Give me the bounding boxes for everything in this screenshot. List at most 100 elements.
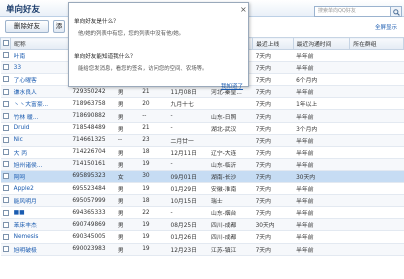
- cell-nick[interactable]: 谦水良人: [10, 85, 70, 99]
- cell-nick[interactable]: Apple2: [10, 182, 70, 196]
- fullscreen-link[interactable]: 全屏显示: [375, 23, 397, 31]
- table-row[interactable]: 丶丶大富豪... 718963758 男 20 九月十七 7天内 1年以上: [0, 97, 404, 111]
- table-row[interactable]: Nic 714661325 -- 23 二月廿一 7天内 半年前: [0, 134, 404, 147]
- cell-age: 19: [139, 243, 168, 256]
- row-checkbox[interactable]: [0, 158, 11, 171]
- delete-friend-button[interactable]: 删除好友: [5, 20, 49, 33]
- cell-nick[interactable]: 阿呵: [10, 170, 70, 184]
- col-last-online[interactable]: 最近上线: [252, 37, 294, 50]
- cell-birthday: 11月08日: [167, 85, 209, 99]
- table-row[interactable]: ■■ 694365333 男 22- 山东-烟台 7天内 半年前: [0, 206, 404, 220]
- close-icon[interactable]: ×: [240, 6, 247, 14]
- row-checkbox[interactable]: [0, 182, 11, 196]
- cell-nick[interactable]: 旭州诸侯...: [10, 158, 70, 171]
- row-checkbox[interactable]: [0, 146, 11, 159]
- cell-nick[interactable]: 叶南: [10, 49, 70, 63]
- table-row[interactable]: 阿呵 695895323 女 30 09月01日 湖南-长沙 7天内 30天内: [0, 170, 404, 184]
- col-group[interactable]: 所在群组: [349, 37, 404, 50]
- cell-last-online: 7天内: [252, 61, 294, 75]
- cell-birthday: -: [167, 206, 209, 220]
- col-nickname[interactable]: 昵称: [10, 37, 70, 50]
- cell-sex: 男: [114, 243, 140, 256]
- cell-location: 安徽-淮南: [208, 182, 253, 196]
- col-last-contact[interactable]: 最近沟通时间: [292, 37, 351, 50]
- cell-last-contact: 6个月内: [293, 73, 350, 87]
- row-checkbox[interactable]: [0, 97, 11, 111]
- cell-nick[interactable]: Nemesis: [10, 230, 70, 244]
- select-all-checkbox[interactable]: [0, 37, 12, 50]
- cell-last-contact: 半年前: [293, 230, 350, 244]
- cell-birthday: 01月29日: [167, 182, 209, 196]
- cell-nick[interactable]: Druid: [10, 122, 70, 135]
- cell-sex: 男: [114, 194, 140, 208]
- cell-group: [349, 109, 404, 123]
- cell-last-contact: 半年前: [293, 243, 350, 256]
- cell-nick[interactable]: 大 丙: [10, 146, 70, 159]
- row-checkbox[interactable]: [0, 194, 11, 208]
- cell-age: 21: [139, 122, 168, 135]
- row-checkbox[interactable]: [0, 49, 11, 63]
- got-it-link[interactable]: 我知道了: [221, 82, 243, 90]
- row-checkbox[interactable]: [0, 206, 11, 220]
- table-row[interactable]: 旭州诸侯... 714150161 男 19- 山东-临沂 7天内 半年前: [0, 158, 404, 171]
- popup-question-1: 单向好友是什么？: [74, 19, 119, 25]
- row-checkbox[interactable]: [0, 218, 11, 232]
- table-row[interactable]: 能风明月 695057999 男 18 10月15日 瑞士 7天内 半年前: [0, 194, 404, 208]
- cell-location: 湖南-长沙: [208, 170, 253, 184]
- cell-sex: 男: [114, 122, 140, 135]
- cell-age: 19: [139, 158, 168, 171]
- cell-birthday: 08月25日: [167, 218, 209, 232]
- cell-birthday: 09月01日: [167, 170, 209, 184]
- cell-sex: --: [114, 134, 140, 147]
- cell-nick[interactable]: 33: [10, 61, 70, 75]
- cell-nick[interactable]: 能风明月: [10, 194, 70, 208]
- cell-birthday: -: [167, 122, 209, 135]
- cell-age: 18: [139, 146, 168, 159]
- table-row[interactable]: 竹林 暖... 718690882 男 -- - 山东-日照 7天内 半年前: [0, 109, 404, 123]
- search-button[interactable]: [391, 6, 402, 17]
- table-row[interactable]: 旭明破极 690023983 男 19 12月23日 江苏-镇江 7天内 半年前: [0, 243, 404, 256]
- table-row[interactable]: Druid 718548489 男 21- 湖北-武汉 7天内 3个月内: [0, 122, 404, 135]
- table-row[interactable]: Apple2 695523484 男 19 01月29日 安徽-淮南 7天内 半年前: [0, 182, 404, 196]
- cell-last-contact: 半年前: [293, 146, 350, 159]
- cell-location: 江苏-镇江: [208, 243, 253, 256]
- cell-last-contact: 半年前: [293, 158, 350, 171]
- row-checkbox[interactable]: [0, 243, 11, 256]
- add-button[interactable]: 添: [53, 20, 65, 33]
- cell-nick[interactable]: 苯床丰杰: [10, 218, 70, 232]
- cell-sex: 男: [114, 146, 140, 159]
- cell-nick[interactable]: 了心曜客: [10, 73, 70, 87]
- row-checkbox[interactable]: [0, 109, 11, 123]
- row-checkbox[interactable]: [0, 170, 11, 184]
- cell-last-online: 7天内: [252, 230, 294, 244]
- table-row[interactable]: 苯床丰杰 690749869 男 19 08月25日 四川-成都 30天内 半年前: [0, 218, 404, 232]
- cell-qq: 718690882: [69, 109, 115, 123]
- table-row[interactable]: Nemesis 690345005 男 19 01月26日 四川-成都 7天内 半年前: [0, 230, 404, 244]
- cell-group: [349, 158, 404, 171]
- cell-age: 18: [139, 194, 168, 208]
- cell-sex: 男: [114, 158, 140, 171]
- cell-group: [349, 194, 404, 208]
- cell-last-online: 7天内: [252, 49, 294, 63]
- row-checkbox[interactable]: [0, 230, 11, 244]
- row-checkbox[interactable]: [0, 73, 11, 87]
- cell-age: 22: [139, 206, 168, 220]
- cell-sex: 女: [114, 170, 140, 184]
- table-row[interactable]: 大 丙 714226704 男 18 12月11日 辽宁-大连 7天内 半年前: [0, 146, 404, 159]
- cell-age: 30: [139, 170, 168, 184]
- cell-qq: 714661325: [69, 134, 115, 147]
- cell-nick[interactable]: ■■: [10, 206, 70, 220]
- table-row[interactable]: 谦水良人 729350242 男 21 11月08日 河北-秦皇... 7天内 半年前: [0, 85, 404, 99]
- cell-nick[interactable]: 竹林 暖...: [10, 109, 70, 123]
- row-checkbox[interactable]: [0, 122, 11, 135]
- cell-birthday: 10月15日: [167, 194, 209, 208]
- cell-nick[interactable]: 旭明破极: [10, 243, 70, 256]
- cell-birthday: 01月26日: [167, 230, 209, 244]
- cell-qq: 714226704: [69, 146, 115, 159]
- row-checkbox[interactable]: [0, 61, 11, 75]
- search-input[interactable]: 搜索单向QQ好友: [314, 6, 391, 17]
- cell-nick[interactable]: Nic: [10, 134, 70, 147]
- row-checkbox[interactable]: [0, 134, 11, 147]
- cell-nick[interactable]: 丶丶大富豪...: [10, 97, 70, 111]
- row-checkbox[interactable]: [0, 85, 11, 99]
